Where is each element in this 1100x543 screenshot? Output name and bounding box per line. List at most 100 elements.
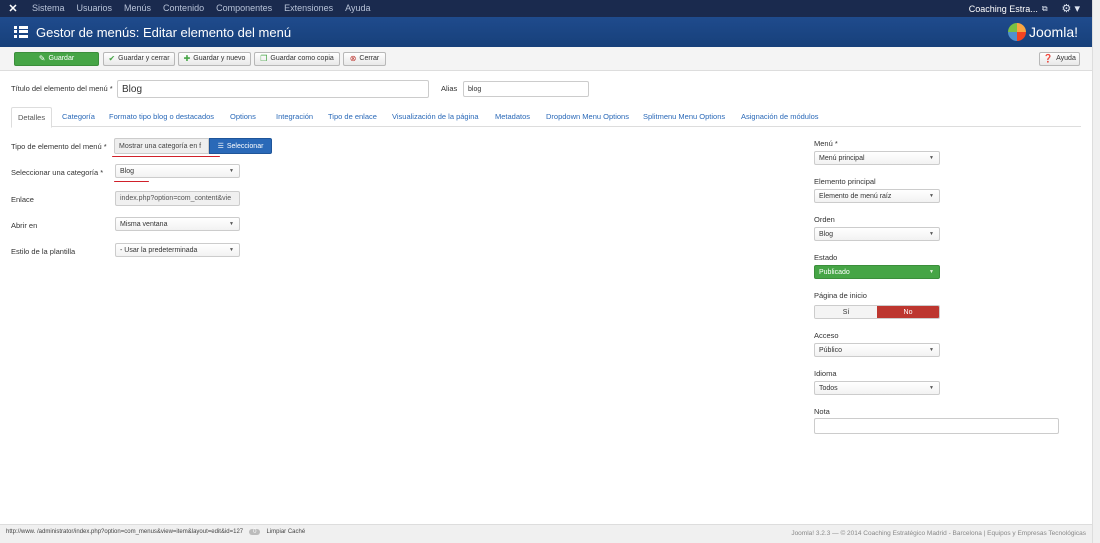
note-input[interactable] — [814, 418, 1059, 434]
select-type-button[interactable]: ☰ Seleccionar — [209, 138, 272, 154]
menu-extensiones[interactable]: Extensiones — [278, 0, 339, 17]
menu-usuarios[interactable]: Usuarios — [71, 0, 119, 17]
caret-down-icon: ▼ — [929, 385, 934, 391]
footer: http://www. /administrator/index.php?opt… — [0, 524, 1092, 543]
menu-value: Menú principal — [819, 154, 865, 162]
alias-input[interactable]: blog — [463, 81, 589, 97]
menu-contenido[interactable]: Contenido — [157, 0, 210, 17]
list-icon: ☰ — [217, 143, 224, 150]
tab-asignacion-modulos[interactable]: Asignación de módulos — [741, 107, 819, 127]
menu-componentes[interactable]: Componentes — [210, 0, 278, 17]
parent-label: Elemento principal — [814, 177, 876, 186]
caret-down-icon: ▼ — [929, 347, 934, 353]
title-label: Título del elemento del menú * — [11, 84, 113, 93]
link-label: Enlace — [11, 195, 34, 204]
tab-visualizacion[interactable]: Visualización de la página — [392, 107, 479, 127]
caret-down-icon: ▼ — [929, 155, 934, 161]
top-right-area: Coaching Estra... ⧉ ⚙ ▾ — [969, 2, 1092, 15]
save-close-button[interactable]: ✔ Guardar y cerrar — [103, 52, 175, 66]
save-close-label: Guardar y cerrar — [118, 55, 170, 62]
caret-down-icon: ▼ — [229, 221, 234, 227]
open-in-value: Misma ventana — [120, 220, 168, 228]
menu-menus[interactable]: Menús — [118, 0, 157, 17]
menu-sistema[interactable]: Sistema — [26, 0, 71, 17]
state-value: Publicado — [819, 268, 850, 276]
count-badge: 0 — [249, 529, 261, 535]
caret-down-icon: ▼ — [929, 193, 934, 199]
tab-formato-blog[interactable]: Formato tipo blog o destacados — [109, 107, 214, 127]
access-label: Acceso — [814, 331, 839, 340]
close-label: Cerrar — [359, 55, 380, 62]
page-header: Gestor de menús: Editar elemento del men… — [0, 17, 1092, 47]
home-toggle: Sí No — [814, 305, 940, 319]
menu-select[interactable]: Menú principal ▼ — [814, 151, 940, 165]
title-input[interactable]: Blog — [117, 80, 429, 98]
edit-icon: ✎ — [38, 54, 46, 63]
caret-down-icon: ▼ — [229, 168, 234, 174]
plus-icon: ✚ — [183, 54, 191, 63]
top-menu: Sistema Usuarios Menús Contenido Compone… — [26, 0, 377, 17]
note-label: Nota — [814, 407, 830, 416]
access-value: Público — [819, 346, 842, 354]
order-value: Blog — [819, 230, 834, 238]
save-copy-button[interactable]: ❐ Guardar como copia — [254, 52, 340, 66]
menu-item-type-field: Mostrar una categoría en f — [114, 138, 209, 154]
select-label: Seleccionar — [226, 142, 264, 150]
save-new-button[interactable]: ✚ Guardar y nuevo — [178, 52, 251, 66]
parent-value: Elemento de menú raíz — [819, 192, 892, 200]
close-icon: ⊗ — [349, 54, 357, 63]
caret-down-icon: ▼ — [929, 231, 934, 237]
list-icon — [14, 26, 28, 38]
help-button[interactable]: ❓ Ayuda — [1039, 52, 1080, 66]
toolbar: ✎ Guardar ✔ Guardar y cerrar ✚ Guardar y nu… — [0, 47, 1092, 71]
tab-metadatos[interactable]: Metadatos — [495, 107, 530, 127]
alias-label: Alias — [441, 84, 458, 93]
template-select[interactable]: - Usar la predeterminada ▼ — [115, 243, 240, 257]
tab-integracion[interactable]: Integración — [276, 107, 313, 127]
menu-ayuda[interactable]: Ayuda — [339, 0, 376, 17]
tab-categoria[interactable]: Categoría — [62, 107, 95, 127]
red-underline-annotation — [112, 156, 220, 157]
template-label: Estilo de la plantilla — [11, 247, 76, 256]
language-select[interactable]: Todos ▼ — [814, 381, 940, 395]
tab-bar: Detalles Categoría Formato tipo blog o d… — [11, 107, 1081, 128]
link-field: index.php?option=com_content&vie — [115, 191, 240, 206]
page-title: Gestor de menús: Editar elemento del men… — [36, 24, 292, 40]
open-label: Abrir en — [11, 221, 38, 230]
site-link[interactable]: Coaching Estra... — [969, 4, 1042, 14]
save-copy-label: Guardar como copia — [270, 55, 334, 62]
caret-down-icon: ▼ — [929, 269, 934, 275]
window-scrollbar[interactable] — [1092, 0, 1100, 543]
category-select[interactable]: Blog ▼ — [115, 164, 240, 178]
tab-tipo-enlace[interactable]: Tipo de enlace — [328, 107, 377, 127]
access-select[interactable]: Público ▼ — [814, 343, 940, 357]
save-button[interactable]: ✎ Guardar — [14, 52, 99, 66]
save-label: Guardar — [48, 55, 75, 62]
category-value: Blog — [120, 167, 135, 175]
order-select[interactable]: Blog ▼ — [814, 227, 940, 241]
external-link-icon[interactable]: ⧉ — [1042, 4, 1048, 14]
tab-options[interactable]: Options — [230, 107, 256, 127]
brand-text: Joomla! — [1028, 24, 1078, 40]
order-label: Orden — [814, 215, 835, 224]
open-in-select[interactable]: Misma ventana ▼ — [115, 217, 240, 231]
close-button[interactable]: ⊗ Cerrar — [343, 52, 386, 66]
parent-select[interactable]: Elemento de menú raíz ▼ — [814, 189, 940, 203]
clear-cache-link[interactable]: Limpiar Caché — [266, 529, 305, 535]
home-yes-option[interactable]: Sí — [815, 306, 877, 318]
tab-dropdown-menu-options[interactable]: Dropdown Menu Options — [546, 107, 629, 127]
joomla-logo-icon[interactable]: ✕ — [0, 0, 26, 17]
state-select[interactable]: Publicado ▼ — [814, 265, 940, 279]
language-label: Idioma — [814, 369, 837, 378]
home-label: Página de inicio — [814, 291, 867, 300]
tab-splitmenu-options[interactable]: Splitmenu Menu Options — [643, 107, 725, 127]
status-bar-left: http://www. /administrator/index.php?opt… — [6, 529, 305, 535]
language-value: Todos — [819, 384, 838, 392]
home-no-option[interactable]: No — [877, 306, 939, 318]
state-label: Estado — [814, 253, 838, 262]
top-navbar: ✕ Sistema Usuarios Menús Contenido Compo… — [0, 0, 1092, 17]
save-new-label: Guardar y nuevo — [193, 55, 246, 62]
status-url: http://www. /administrator/index.php?opt… — [6, 529, 244, 535]
tab-detalles[interactable]: Detalles — [11, 107, 53, 128]
gear-icon[interactable]: ⚙ ▾ — [1062, 2, 1080, 15]
